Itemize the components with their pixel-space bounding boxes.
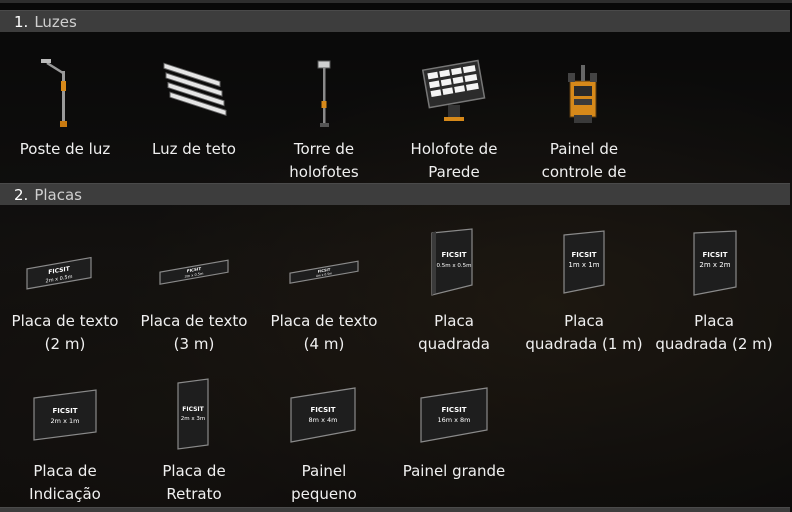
wall-floodlight-icon	[389, 44, 519, 138]
svg-text:2m x 2m: 2m x 2m	[699, 261, 730, 269]
item-luz-de-teto[interactable]: Luz de teto	[129, 44, 259, 161]
item-holofote-de-parede[interactable]: Holofote de Parede	[389, 44, 519, 184]
text-sign-4m-icon: FICSIT 4m x 0.5m	[259, 216, 389, 310]
item-placa-quadrada[interactable]: FICSIT 0.5m x 0.5m Placa quadrada	[389, 216, 519, 356]
section-number: 1.	[14, 13, 29, 31]
item-label: Placa de texto (2 m)	[11, 312, 119, 353]
svg-text:0.5m x 0.5m: 0.5m x 0.5m	[437, 263, 472, 269]
svg-text:2m x 1m: 2m x 1m	[51, 417, 80, 425]
item-placa-quadrada-1m[interactable]: FICSIT 1m x 1m Placa quadrada (1 m)	[519, 216, 649, 356]
item-label: Painel de controle de	[541, 140, 627, 181]
large-billboard-icon: FICSIT 16m x 8m	[389, 366, 519, 460]
item-label: Placa de texto (3 m)	[140, 312, 248, 353]
svg-text:FICSIT: FICSIT	[702, 251, 727, 259]
item-label: Poste de luz	[19, 140, 111, 158]
item-poste-de-luz[interactable]: Poste de luz	[0, 44, 130, 161]
item-painel-pequeno[interactable]: FICSIT 8m x 4m Painel pequeno	[259, 366, 389, 506]
square-sign-2m-icon: FICSIT 2m x 2m	[649, 216, 779, 310]
square-sign-icon: FICSIT 0.5m x 0.5m	[389, 216, 519, 310]
svg-text:8m x 4m: 8m x 4m	[309, 416, 338, 424]
svg-text:FICSIT: FICSIT	[52, 407, 77, 415]
text-sign-3m-icon: FICSIT 3m x 0.5m	[129, 216, 259, 310]
text-sign-2m-icon: FICSIT 2m x 0.5m	[0, 216, 130, 310]
svg-text:FICSIT: FICSIT	[310, 406, 335, 414]
svg-text:FICSIT: FICSIT	[441, 406, 466, 414]
section-title: Placas	[34, 186, 82, 204]
item-label: Placa quadrada	[418, 312, 490, 353]
svg-text:16m x 8m: 16m x 8m	[437, 416, 470, 424]
item-label: Painel grande	[402, 462, 506, 480]
item-label: Placa quadrada (2 m)	[655, 312, 773, 353]
item-label: Placa de Indicação	[29, 462, 101, 503]
label-sign-icon: FICSIT 2m x 1m	[0, 366, 130, 460]
item-placa-de-texto-3m[interactable]: FICSIT 3m x 0.5m Placa de texto (3 m)	[129, 216, 259, 356]
section-header-placas[interactable]: 2. Placas	[0, 183, 790, 205]
section-header-next[interactable]	[0, 507, 790, 512]
top-border	[0, 0, 792, 3]
svg-text:FICSIT: FICSIT	[571, 251, 596, 259]
svg-text:FICSIT: FICSIT	[441, 251, 466, 259]
item-label: Painel pequeno	[291, 462, 357, 503]
item-label: Placa de texto (4 m)	[270, 312, 378, 353]
item-placa-de-texto-2m[interactable]: FICSIT 2m x 0.5m Placa de texto (2 m)	[0, 216, 130, 356]
ceiling-light-icon	[129, 44, 259, 138]
item-label: Luz de teto	[152, 140, 236, 158]
section-title: Luzes	[34, 13, 77, 31]
item-label: Placa de Retrato	[162, 462, 226, 503]
svg-text:1m x 1m: 1m x 1m	[568, 261, 599, 269]
portrait-sign-icon: FICSIT 2m x 3m	[129, 366, 259, 460]
item-label: Holofote de Parede	[410, 140, 498, 181]
item-painel-de-controle[interactable]: Painel de controle de	[519, 44, 649, 184]
item-painel-grande[interactable]: FICSIT 16m x 8m Painel grande	[389, 366, 519, 483]
item-placa-de-indicacao[interactable]: FICSIT 2m x 1m Placa de Indicação	[0, 366, 130, 506]
item-label: Placa quadrada (1 m)	[525, 312, 643, 353]
item-placa-de-texto-4m[interactable]: FICSIT 4m x 0.5m Placa de texto (4 m)	[259, 216, 389, 356]
item-label: Torre de holofotes	[289, 140, 359, 181]
street-lamp-icon	[0, 44, 130, 138]
svg-text:2m x 3m: 2m x 3m	[181, 416, 205, 422]
section-header-luzes[interactable]: 1. Luzes	[0, 10, 790, 32]
item-torre-de-holofotes[interactable]: Torre de holofotes	[259, 44, 389, 184]
small-billboard-icon: FICSIT 8m x 4m	[259, 366, 389, 460]
svg-text:FICSIT: FICSIT	[182, 406, 204, 413]
control-panel-icon	[519, 44, 649, 138]
item-placa-quadrada-2m[interactable]: FICSIT 2m x 2m Placa quadrada (2 m)	[649, 216, 779, 356]
square-sign-1m-icon: FICSIT 1m x 1m	[519, 216, 649, 310]
item-placa-de-retrato[interactable]: FICSIT 2m x 3m Placa de Retrato	[129, 366, 259, 506]
section-number: 2.	[14, 186, 29, 204]
floodlight-tower-icon	[259, 44, 389, 138]
